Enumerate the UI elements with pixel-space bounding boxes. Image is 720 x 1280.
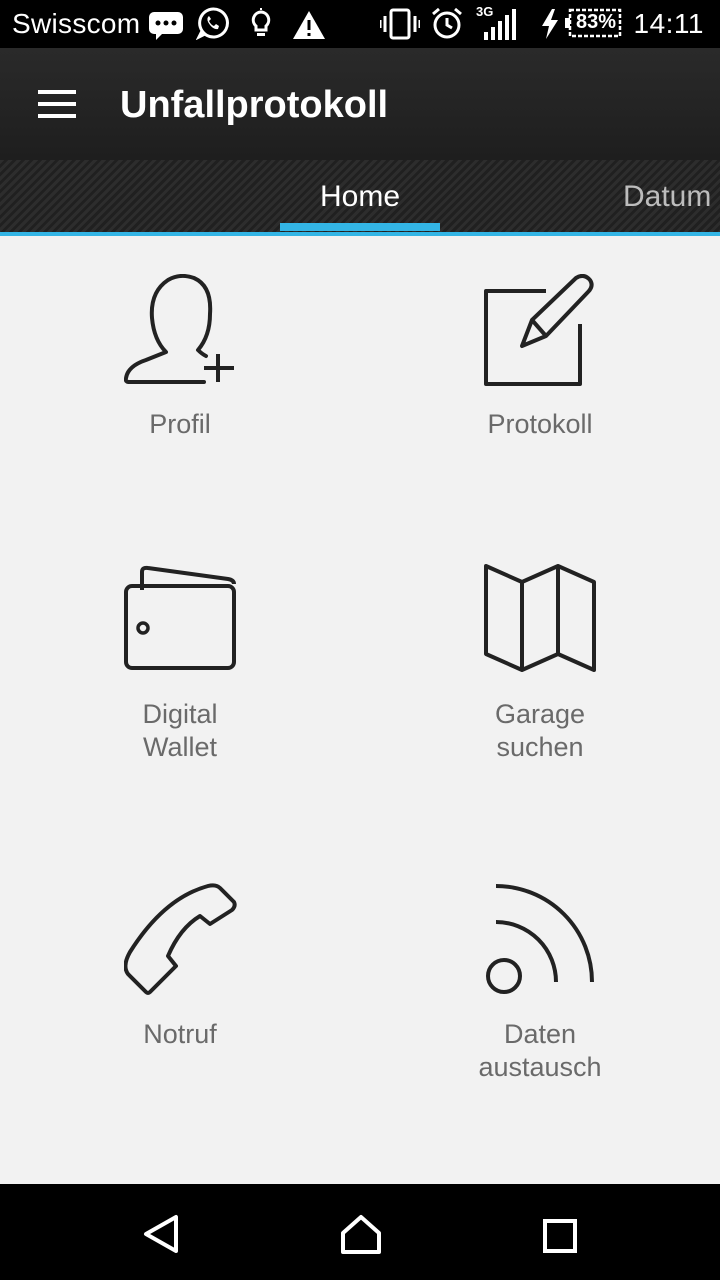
tile-label: Daten austausch xyxy=(360,1018,720,1084)
tile-daten-austausch[interactable]: Daten austausch xyxy=(360,846,720,1166)
tile-label-line2: austausch xyxy=(478,1052,602,1082)
hamburger-menu-icon[interactable] xyxy=(38,90,76,118)
message-icon xyxy=(149,12,183,40)
whatsapp-icon xyxy=(196,7,229,40)
tile-protokoll[interactable]: Protokoll xyxy=(360,236,720,526)
tile-label-line2: Wallet xyxy=(142,732,217,762)
warning-icon xyxy=(293,11,325,39)
tile-garage-suchen[interactable]: Garage suchen xyxy=(360,526,720,846)
carrier-name: Swisscom xyxy=(12,8,141,39)
vibrate-icon xyxy=(380,8,420,40)
app-bar: Unfallprotokoll xyxy=(0,48,720,160)
tile-label: Notruf xyxy=(0,1018,360,1051)
tile-label-line1: Profil xyxy=(149,409,211,439)
add-user-icon xyxy=(124,274,234,384)
tile-label-line1: Notruf xyxy=(143,1019,217,1049)
tile-label-line1: Daten xyxy=(503,1019,577,1049)
alarm-icon xyxy=(432,7,462,39)
tab-datum[interactable]: Datum xyxy=(623,180,711,214)
tab-bar: Home Datum xyxy=(0,160,720,232)
status-bar: Swisscom 3G 83% 14:11 xyxy=(0,0,720,48)
page-title: Unfallprotokoll xyxy=(120,84,389,126)
tile-label-line1: Digital xyxy=(142,699,218,729)
phone-icon xyxy=(124,883,237,995)
system-nav-bar xyxy=(0,1184,720,1280)
map-icon xyxy=(484,564,596,672)
battery-level: 83% xyxy=(576,11,617,33)
tile-label: Profil xyxy=(0,408,360,441)
signal-icon xyxy=(484,9,516,40)
wallet-icon xyxy=(124,565,236,670)
tab-home[interactable]: Home xyxy=(280,180,440,214)
tile-label: Garage suchen xyxy=(360,698,720,764)
recents-square-icon[interactable] xyxy=(542,1218,578,1254)
back-triangle-icon[interactable] xyxy=(142,1214,180,1254)
tile-label: Digital Wallet xyxy=(0,698,360,764)
charging-icon xyxy=(542,9,558,39)
tile-notruf[interactable]: Notruf xyxy=(0,846,360,1166)
tile-label-line2: suchen xyxy=(496,732,584,762)
tile-label-line1: Garage xyxy=(494,699,586,729)
tile-profil[interactable]: Profil xyxy=(0,236,360,526)
edit-icon xyxy=(484,274,594,386)
clock: 14:11 xyxy=(633,8,704,39)
tile-label: Protokoll xyxy=(360,408,720,441)
tile-digital-wallet[interactable]: Digital Wallet xyxy=(0,526,360,846)
tab-selected-indicator xyxy=(280,223,440,231)
home-icon[interactable] xyxy=(340,1214,382,1254)
lightbulb-icon xyxy=(251,8,271,36)
tile-label-line1: Protokoll xyxy=(487,409,593,439)
feed-icon xyxy=(486,884,594,994)
